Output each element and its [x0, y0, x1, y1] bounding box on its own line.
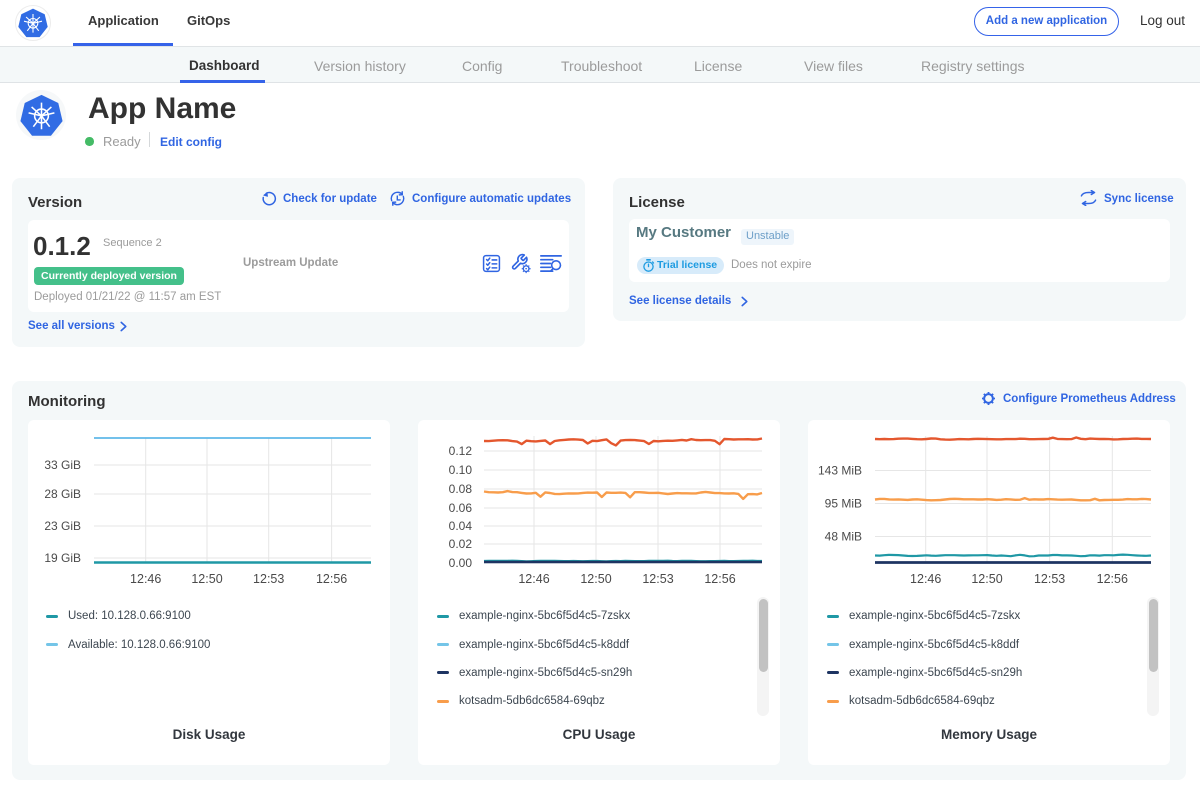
svg-text:12:50: 12:50: [191, 572, 222, 586]
svg-text:0.02: 0.02: [449, 537, 473, 551]
svg-text:143 MiB: 143 MiB: [818, 464, 862, 478]
svg-text:0.10: 0.10: [449, 463, 473, 477]
svg-text:0.00: 0.00: [449, 556, 473, 570]
svg-text:12:46: 12:46: [910, 572, 941, 586]
svg-text:12:53: 12:53: [1034, 572, 1065, 586]
svg-text:12:50: 12:50: [580, 572, 611, 586]
svg-text:0.08: 0.08: [449, 482, 473, 496]
svg-text:12:50: 12:50: [971, 572, 1002, 586]
svg-text:23 GiB: 23 GiB: [44, 519, 81, 533]
svg-text:12:56: 12:56: [316, 572, 347, 586]
svg-text:48 MiB: 48 MiB: [825, 530, 862, 544]
svg-text:0.12: 0.12: [449, 444, 473, 458]
svg-text:12:53: 12:53: [253, 572, 284, 586]
svg-text:12:53: 12:53: [642, 572, 673, 586]
svg-text:19 GiB: 19 GiB: [44, 551, 81, 565]
svg-text:12:56: 12:56: [1097, 572, 1128, 586]
svg-text:95 MiB: 95 MiB: [825, 497, 862, 511]
svg-text:33 GiB: 33 GiB: [44, 458, 81, 472]
svg-text:28 GiB: 28 GiB: [44, 487, 81, 501]
svg-text:0.06: 0.06: [449, 501, 473, 515]
svg-text:12:46: 12:46: [130, 572, 161, 586]
svg-text:12:46: 12:46: [518, 572, 549, 586]
svg-text:0.04: 0.04: [449, 519, 473, 533]
svg-text:12:56: 12:56: [704, 572, 735, 586]
